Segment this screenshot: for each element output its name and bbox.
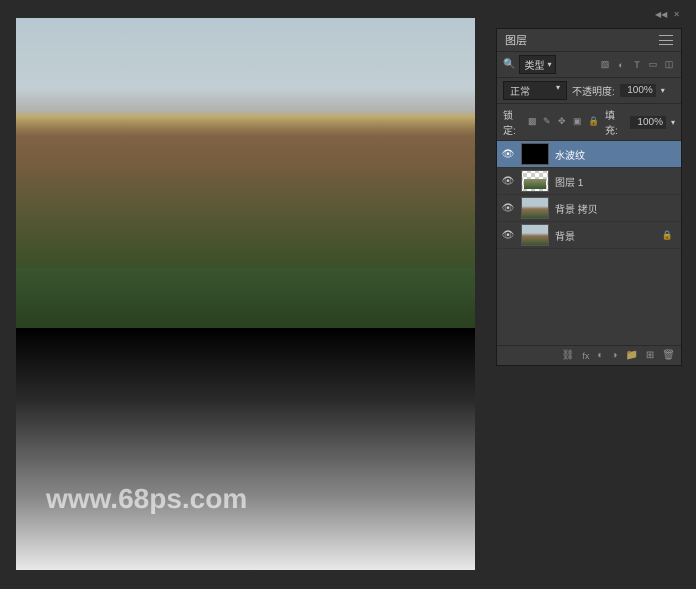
new-layer-icon[interactable]: ⊞ — [646, 350, 654, 361]
delete-layer-icon[interactable]: 🗑 — [662, 350, 675, 361]
lock-position-icon[interactable]: ✥ — [558, 116, 570, 128]
lock-artboard-icon[interactable]: ▣ — [573, 116, 585, 128]
blend-mode-dropdown[interactable]: 正常 — [503, 81, 567, 100]
panel-menu-icon[interactable] — [659, 35, 673, 45]
layer-name[interactable]: 背景 — [555, 228, 656, 243]
filter-smart-icon[interactable]: ◫ — [663, 59, 675, 71]
lock-icons-group: ▩ ✎ ✥ ▣ 🔒 — [528, 116, 600, 128]
layer-row[interactable]: 👁 背景 拷贝 — [497, 195, 681, 222]
layer-thumbnail[interactable] — [521, 224, 549, 246]
watermark-text: www.68ps.com — [46, 483, 247, 515]
layer-row[interactable]: 👁 背景 🔒 — [497, 222, 681, 249]
filter-pixel-icon[interactable]: ▧ — [599, 59, 611, 71]
lock-all-icon[interactable]: 🔒 — [588, 116, 600, 128]
layer-style-icon[interactable]: fx — [582, 351, 589, 361]
layer-name[interactable]: 图层 1 — [555, 174, 677, 189]
layer-group-icon[interactable]: 📁 — [625, 350, 637, 361]
adjustment-layer-icon[interactable]: ◑ — [611, 350, 617, 361]
layer-thumbnail[interactable] — [521, 143, 549, 165]
layer-name[interactable]: 水波纹 — [555, 147, 677, 162]
image-content-gradient — [16, 328, 475, 570]
layer-row[interactable]: 👁 图层 1 — [497, 168, 681, 195]
filter-row: 🔍 类型 ▧ ◐ T ▭ ◫ — [497, 52, 681, 78]
lock-row: 锁定: ▩ ✎ ✥ ▣ 🔒 填充: 100% ▾ — [497, 104, 681, 141]
image-content-upper — [16, 18, 475, 328]
visibility-icon[interactable]: 👁 — [501, 230, 515, 241]
layer-thumbnail[interactable] — [521, 170, 549, 192]
layers-panel: 图层 🔍 类型 ▧ ◐ T ▭ ◫ 正常 不透明度: 100% ▾ 锁定: ▩ … — [496, 28, 682, 366]
layer-thumbnail[interactable] — [521, 197, 549, 219]
lock-pixels-icon[interactable]: ✎ — [543, 116, 555, 128]
layer-name[interactable]: 背景 拷贝 — [555, 201, 677, 216]
opacity-value[interactable]: 100% — [620, 84, 656, 97]
visibility-icon[interactable]: 👁 — [501, 149, 515, 160]
lock-label: 锁定: — [503, 107, 523, 137]
link-layers-icon[interactable]: ⛓ — [562, 350, 575, 361]
lock-transparency-icon[interactable]: ▩ — [528, 116, 540, 128]
layer-row[interactable]: 👁 水波纹 — [497, 141, 681, 168]
fill-value[interactable]: 100% — [630, 116, 666, 129]
collapse-icon[interactable]: ◀◀ — [655, 10, 667, 19]
search-icon[interactable]: 🔍 — [503, 59, 515, 70]
visibility-icon[interactable]: 👁 — [501, 203, 515, 214]
canvas-document[interactable]: www.68ps.com — [16, 18, 475, 570]
fill-chevron-icon[interactable]: ▾ — [671, 118, 675, 127]
close-icon[interactable]: ✕ — [673, 10, 680, 19]
layers-list: 👁 水波纹 👁 图层 1 👁 背景 拷贝 👁 背景 🔒 — [497, 141, 681, 345]
castle-silhouette — [16, 88, 475, 268]
filter-shape-icon[interactable]: ▭ — [647, 59, 659, 71]
panel-title: 图层 — [505, 32, 527, 48]
opacity-label: 不透明度: — [572, 83, 615, 98]
filter-type-icon[interactable]: T — [631, 59, 643, 71]
opacity-chevron-icon[interactable]: ▾ — [661, 86, 665, 95]
lock-icon: 🔒 — [662, 230, 673, 241]
visibility-icon[interactable]: 👁 — [501, 176, 515, 187]
layer-mask-icon[interactable]: ◐ — [597, 350, 603, 361]
panel-footer: ⛓ fx ◐ ◑ 📁 ⊞ 🗑 — [497, 345, 681, 365]
panel-header: 图层 — [497, 29, 681, 52]
panel-window-controls: ◀◀ ✕ — [655, 10, 680, 19]
filter-type-dropdown[interactable]: 类型 — [519, 55, 556, 74]
filter-adjustment-icon[interactable]: ◐ — [615, 59, 627, 71]
fill-label: 填充: — [605, 107, 625, 137]
filter-icons-group: ▧ ◐ T ▭ ◫ — [599, 59, 675, 71]
blend-row: 正常 不透明度: 100% ▾ — [497, 78, 681, 104]
